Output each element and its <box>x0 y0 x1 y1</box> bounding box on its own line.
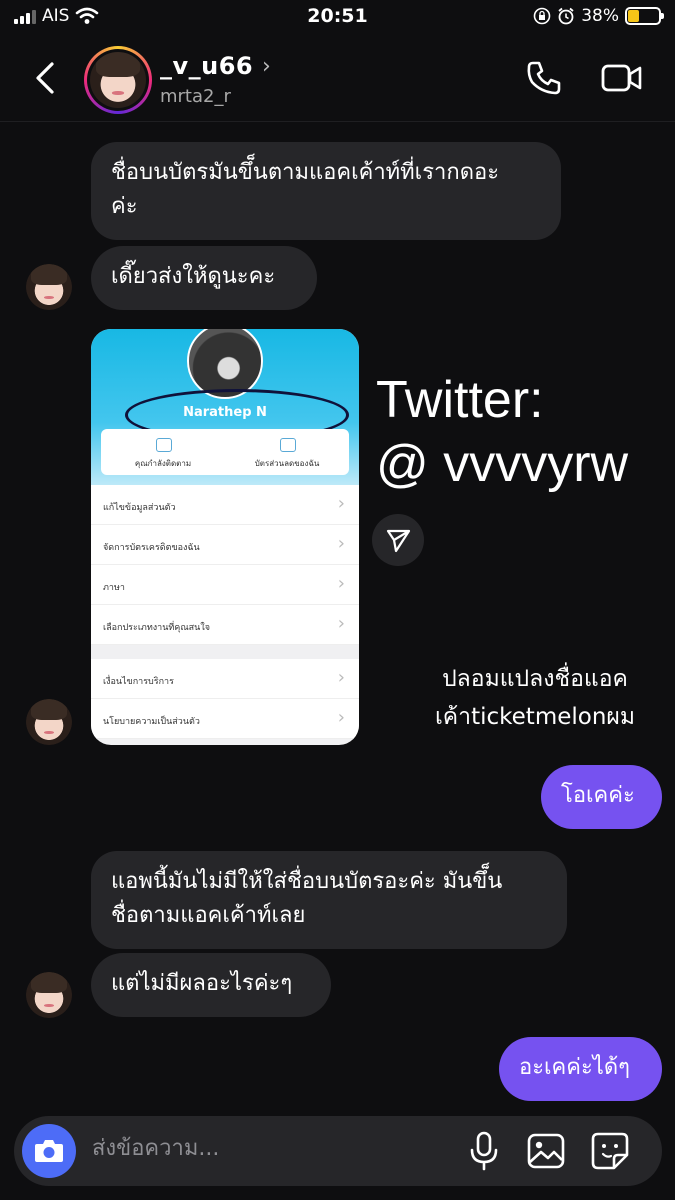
battery-percent: 38% <box>581 6 619 26</box>
camera-icon <box>35 1140 63 1162</box>
message-bubble-incoming[interactable]: แต่ไม่มีผลอะไรค่ะๆ <box>91 953 331 1017</box>
settings-row: แก้ไขข้อมูลส่วนตัว <box>91 485 359 525</box>
message-bubble-outgoing[interactable]: โอเคค่ะ <box>541 765 662 829</box>
twitter-handle: @ vvvvyrw <box>376 435 629 493</box>
shared-image-message[interactable]: Narathep N คุณกำลังติดตาม บัตรส่วนลดของฉ… <box>91 329 359 745</box>
discount-card-shortcut: บัตรส่วนลดของฉัน <box>225 429 349 475</box>
alarm-icon <box>558 7 574 25</box>
caption-line: เค้าticketmelonผม <box>434 704 636 730</box>
battery-icon <box>625 7 664 25</box>
following-shortcut: คุณกำลังติดตาม <box>101 429 225 475</box>
sender-avatar[interactable] <box>26 972 72 1018</box>
microphone-icon[interactable] <box>466 1130 502 1172</box>
settings-row: ภาษา <box>91 565 359 605</box>
camera-button[interactable] <box>22 1124 76 1178</box>
status-bar: AIS 20:51 38% <box>0 0 675 36</box>
chevron-right-icon[interactable]: › <box>262 54 271 79</box>
sender-avatar[interactable] <box>26 264 72 310</box>
profile-shortcut-card: คุณกำลังติดตาม บัตรส่วนลดของฉัน <box>101 429 349 475</box>
status-right: 38% <box>533 6 664 26</box>
sender-avatar[interactable] <box>26 699 72 745</box>
message-bubble-outgoing[interactable]: อะเคค่ะได้ๆ <box>499 1037 662 1101</box>
settings-row: เงื่อนไขการบริการ <box>91 659 359 699</box>
settings-row: จัดการบัตรเครดิตของฉัน <box>91 525 359 565</box>
profile-avatar[interactable] <box>84 46 152 114</box>
image-gallery-icon[interactable] <box>526 1132 566 1170</box>
rotation-lock-icon <box>533 7 551 25</box>
back-chevron-icon[interactable] <box>30 58 60 98</box>
message-input[interactable] <box>92 1136 432 1161</box>
settings-row: นโยบายความเป็นส่วนตัว <box>91 699 359 739</box>
message-bubble-incoming[interactable]: เดี๊ยวส่งให้ดูนะคะ <box>91 246 317 310</box>
overlay-caption: ปลอมแปลงชื่อแอค เค้าticketmelonผม <box>395 660 675 736</box>
contact-username[interactable]: _v_u66 <box>160 52 253 80</box>
twitter-watermark: Twitter: @ vvvvyrw <box>376 368 628 496</box>
chat-header: _v_u66 › mrta2_r <box>0 36 675 122</box>
sticker-icon[interactable] <box>590 1131 630 1171</box>
paper-plane-icon <box>386 529 411 553</box>
caption-line: ปลอมแปลงชื่อแอค <box>442 666 628 692</box>
message-bubble-incoming[interactable]: แอพนี้มันไม่มีให้ใส่ชื่อบนบัตรอะค่ะ มันข… <box>91 851 567 949</box>
settings-list: แก้ไขข้อมูลส่วนตัว จัดการบัตรเครดิตของฉั… <box>91 485 359 739</box>
phone-icon[interactable] <box>524 58 564 98</box>
share-button[interactable] <box>372 514 424 566</box>
battery-fill <box>628 10 640 22</box>
video-camera-icon[interactable] <box>600 58 644 98</box>
twitter-label: Twitter: <box>376 371 544 429</box>
message-composer <box>14 1116 662 1186</box>
message-bubble-incoming[interactable]: ชื่อบนบัตรมันขึ็นตามแอคเค้าท์ที่เรากดอะ … <box>91 142 561 240</box>
settings-row: เลือกประเภทงานที่คุณสนใจ <box>91 605 359 645</box>
avatar-photo <box>90 52 146 108</box>
contact-handle: mrta2_r <box>160 86 231 107</box>
